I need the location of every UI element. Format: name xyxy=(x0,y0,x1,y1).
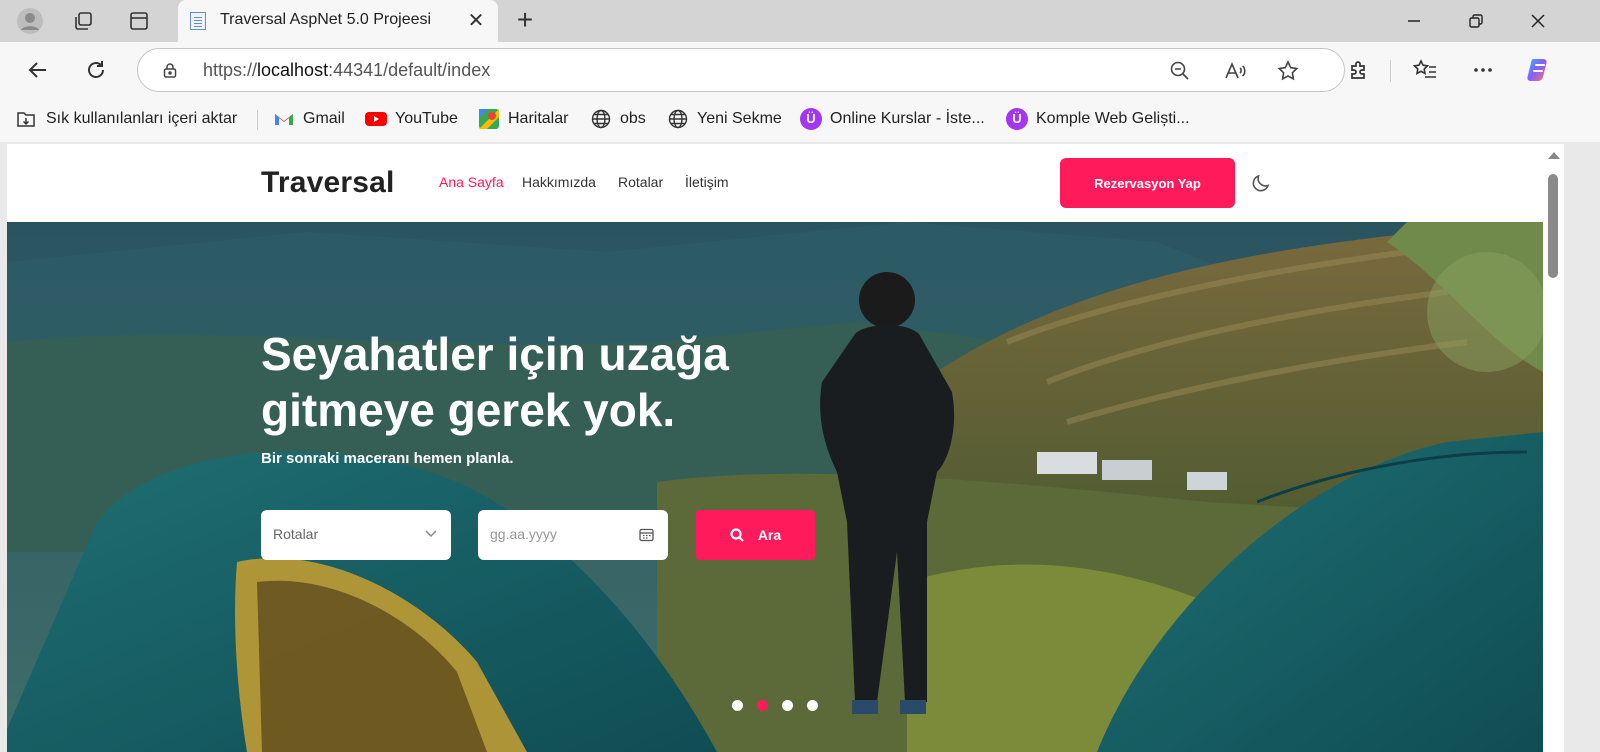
site-header: Traversal Ana Sayfa Hakkımızda Rotalar İ… xyxy=(7,144,1543,222)
copilot-icon[interactable] xyxy=(1523,54,1555,86)
nav-routes[interactable]: Rotalar xyxy=(618,174,663,190)
refresh-icon[interactable] xyxy=(80,54,112,86)
search-icon xyxy=(730,528,744,542)
bookmark-label: Haritalar xyxy=(508,110,569,127)
nav-about[interactable]: Hakkımızda xyxy=(522,174,596,190)
url-path: :44341/default/index xyxy=(328,60,491,80)
bookmark-label: Yeni Sekme xyxy=(697,110,782,127)
slider-dot-1[interactable] xyxy=(732,700,743,711)
url-host: localhost xyxy=(257,60,329,80)
bookmark-import[interactable]: Sık kullanılanları içeri aktar xyxy=(16,107,237,131)
bookmark-obs[interactable]: obs xyxy=(590,107,646,131)
new-tab-icon[interactable]: + xyxy=(510,6,540,36)
bookmark-label: Online Kurslar - İste... xyxy=(830,110,985,127)
tab-strip: Traversal AspNet 5.0 Projeesi ✕ + xyxy=(0,0,1600,42)
slider-dot-4[interactable] xyxy=(807,700,818,711)
lock-icon[interactable] xyxy=(162,62,178,78)
bookmarks-bar: Sık kullanılanları içeri aktar Gmail You… xyxy=(0,98,1600,142)
page-viewport: Traversal Ana Sayfa Hakkımızda Rotalar İ… xyxy=(7,144,1543,752)
hero-background-image xyxy=(7,222,1543,752)
nav-home[interactable]: Ana Sayfa xyxy=(439,174,504,190)
chevron-down-icon xyxy=(425,530,437,538)
bookmark-online-courses[interactable]: Ü Online Kurslar - İste... xyxy=(800,107,985,131)
tab-actions-icon[interactable] xyxy=(124,6,154,36)
back-arrow-icon[interactable] xyxy=(22,54,54,86)
bookmark-label: Gmail xyxy=(303,110,345,127)
search-button-label: Ara xyxy=(757,527,782,543)
route-select-value: Rotalar xyxy=(273,526,319,542)
toolbar-divider xyxy=(1390,60,1391,82)
hero-subtitle: Bir sonraki maceranı hemen planla. xyxy=(261,450,514,467)
date-input[interactable]: gg.aa.yyyy xyxy=(478,510,668,560)
workspaces-icon[interactable] xyxy=(68,6,98,36)
window-close-icon[interactable] xyxy=(1518,4,1558,38)
gmail-icon xyxy=(273,108,295,130)
site-logo[interactable]: Traversal xyxy=(261,166,395,200)
route-select[interactable]: Rotalar xyxy=(261,510,451,560)
favorites-list-icon[interactable] xyxy=(1409,54,1441,86)
page-scrollbar[interactable] xyxy=(1543,144,1564,752)
browser-toolbar: https://localhost:44341/default/index xyxy=(0,42,1600,98)
tab-active[interactable]: Traversal AspNet 5.0 Projeesi ✕ xyxy=(178,0,498,42)
globe-icon xyxy=(590,108,612,130)
read-aloud-icon[interactable] xyxy=(1223,59,1247,83)
udemy-icon: Ü xyxy=(1006,108,1028,130)
scrollbar-thumb[interactable] xyxy=(1548,174,1558,278)
bookmark-label: YouTube xyxy=(395,110,458,127)
calendar-icon[interactable] xyxy=(639,527,654,542)
maps-icon xyxy=(478,108,500,130)
more-options-icon[interactable] xyxy=(1467,54,1499,86)
bookmark-separator xyxy=(257,110,258,130)
url-text[interactable]: https://localhost:44341/default/index xyxy=(203,60,490,81)
date-placeholder: gg.aa.yyyy xyxy=(490,526,557,542)
bookmark-maps[interactable]: Haritalar xyxy=(478,107,568,131)
import-icon xyxy=(16,108,38,130)
bookmark-new-tab[interactable]: Yeni Sekme xyxy=(667,107,782,131)
bookmark-web-dev[interactable]: Ü Komple Web Geliști... xyxy=(1006,107,1190,131)
close-icon[interactable]: ✕ xyxy=(464,9,488,33)
udemy-icon: Ü xyxy=(800,108,822,130)
favorite-star-icon[interactable] xyxy=(1276,59,1300,83)
slider-dot-3[interactable] xyxy=(782,700,793,711)
dark-mode-moon-icon[interactable] xyxy=(1250,172,1272,194)
globe-icon xyxy=(667,108,689,130)
reservation-button[interactable]: Rezervasyon Yap xyxy=(1060,158,1235,208)
nav-contact[interactable]: İletişim xyxy=(685,174,729,190)
hero-slider: Seyahatler için uzağa gitmeye gerek yok.… xyxy=(7,222,1543,752)
extensions-puzzle-icon[interactable] xyxy=(1343,54,1375,86)
bookmark-label: Komple Web Geliști... xyxy=(1036,110,1190,127)
minimize-icon[interactable] xyxy=(1394,4,1434,38)
hero-title: Seyahatler için uzağa gitmeye gerek yok. xyxy=(261,328,729,436)
address-bar[interactable]: https://localhost:44341/default/index xyxy=(137,48,1345,92)
bookmark-gmail[interactable]: Gmail xyxy=(273,107,345,131)
youtube-icon xyxy=(365,108,387,130)
profile-avatar-icon[interactable] xyxy=(15,6,45,36)
url-scheme: https:// xyxy=(203,60,258,80)
search-button[interactable]: Ara xyxy=(696,510,815,560)
scroll-up-arrow-icon[interactable] xyxy=(1548,152,1560,159)
bookmark-label: obs xyxy=(620,110,646,127)
slider-dot-2[interactable] xyxy=(757,700,768,711)
restore-icon[interactable] xyxy=(1456,4,1496,38)
page-icon xyxy=(190,12,206,30)
tab-title: Traversal AspNet 5.0 Projeesi xyxy=(220,11,432,28)
bookmark-label: Sık kullanılanları içeri aktar xyxy=(46,110,238,127)
bookmark-youtube[interactable]: YouTube xyxy=(365,107,458,131)
zoom-out-icon[interactable] xyxy=(1168,59,1192,83)
